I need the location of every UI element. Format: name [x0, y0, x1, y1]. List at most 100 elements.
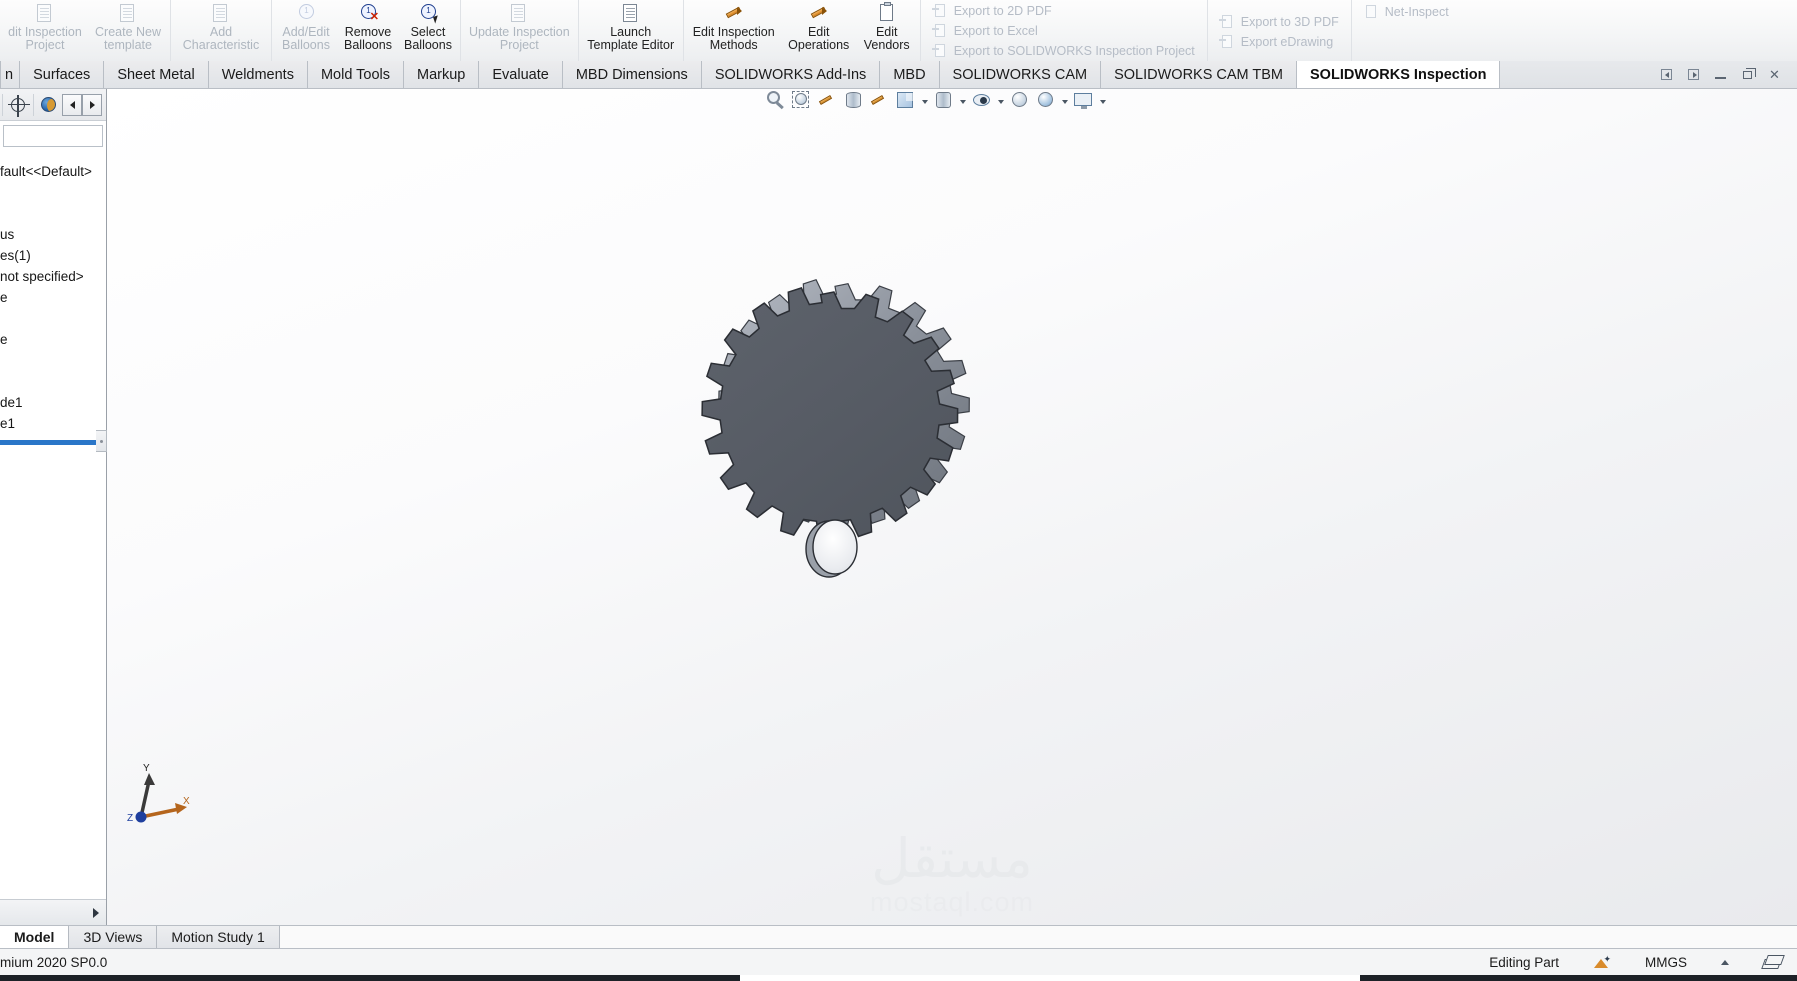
export-to-sw-inspection-project-item[interactable]: Export to SOLIDWORKS Inspection Project [929, 41, 1199, 61]
display-style-brush-icon[interactable] [868, 89, 891, 112]
tab-evaluate[interactable]: Evaluate [479, 61, 563, 88]
tab-solidworks-inspection[interactable]: SOLIDWORKS Inspection [1297, 61, 1501, 88]
bottom-tab-motion-study-1[interactable]: Motion Study 1 [157, 926, 280, 948]
view-orientation-chevron-down-icon[interactable] [920, 89, 929, 112]
caret-up-icon[interactable] [1721, 959, 1729, 965]
view-settings-icon[interactable] [1072, 89, 1095, 112]
minimize-button[interactable] [1712, 66, 1729, 83]
tree-item[interactable] [0, 203, 106, 224]
chevron-right-icon[interactable] [93, 907, 99, 918]
view-settings-chevron-down-icon[interactable] [1098, 89, 1107, 112]
view-orientation-cylinder-icon[interactable] [842, 89, 865, 112]
export-to-excel-item[interactable]: Export to Excel [929, 21, 1199, 41]
status-units[interactable]: MMGS [1645, 955, 1687, 970]
tab-label: MBD [893, 66, 926, 83]
export-3d-pdf-icon [1218, 14, 1235, 30]
feature-search-input[interactable] [3, 125, 103, 147]
restore-prev-doc-button[interactable] [1658, 66, 1675, 83]
export-sw-inspection-icon [931, 43, 948, 59]
export-list-3: Net-Inspect [1354, 0, 1459, 61]
command-manager-tabs: n Surfaces Sheet Metal Weldments Mold To… [0, 61, 1797, 89]
layers-icon[interactable] [1763, 955, 1781, 969]
graphics-area[interactable]: Y X Z مستقل mostaql.com [107, 89, 1797, 925]
edit-inspection-project-button[interactable]: dit Inspection Project [2, 0, 88, 61]
launch-template-editor-button[interactable]: Launch Template Editor [581, 0, 681, 61]
edit-inspection-methods-button[interactable]: Edit Inspection Methods [686, 0, 782, 61]
hide-show-items-icon[interactable] [970, 89, 993, 112]
export-edrawing-item[interactable]: Export eDrawing [1216, 32, 1343, 52]
display-style-chevron-down-icon[interactable] [958, 89, 967, 112]
edit-vendors-button[interactable]: Edit Vendors [856, 0, 918, 61]
tab-surfaces[interactable]: Surfaces [20, 61, 105, 88]
export-2d-pdf-icon [931, 3, 948, 19]
close-button[interactable]: ✕ [1766, 66, 1783, 83]
status-right-group: Editing Part ✦ MMGS [1489, 954, 1797, 970]
add-characteristic-button[interactable]: Add Characteristic [173, 0, 269, 61]
taskbar-segment [740, 975, 1360, 981]
scene-chevron-down-icon[interactable] [1060, 89, 1069, 112]
button-label: Select Balloons [404, 25, 452, 52]
hide-show-chevron-down-icon[interactable] [996, 89, 1005, 112]
restore-button[interactable] [1739, 66, 1756, 83]
feature-tree: fault<<Default> us es(1) not specified> … [0, 149, 106, 445]
item-label: Export to Excel [953, 24, 1038, 38]
section-view-icon[interactable] [816, 89, 839, 112]
display-style-icon[interactable] [932, 89, 955, 112]
tree-item[interactable] [0, 182, 106, 203]
tab-mbd[interactable]: MBD [880, 61, 940, 88]
spur-gear-model[interactable] [635, 277, 1055, 677]
update-inspection-project-button[interactable]: Update Inspection Project [463, 0, 576, 61]
tree-item[interactable]: fault<<Default> [0, 161, 106, 182]
remove-balloons-button[interactable]: 1 ✕ Remove Balloons [338, 0, 398, 61]
zoom-to-fit-icon[interactable] [764, 89, 787, 112]
appearances-icon[interactable] [1008, 89, 1031, 112]
triad-z-label: Z [127, 813, 133, 824]
tree-item[interactable] [0, 350, 106, 371]
tree-item[interactable]: es(1) [0, 245, 106, 266]
export-to-2d-pdf-item[interactable]: Export to 2D PDF [929, 1, 1199, 21]
zoom-to-area-icon[interactable] [790, 89, 813, 112]
ribbon-group-balloons: 1 Add/Edit Balloons 1 ✕ Remove Balloons 1… [272, 0, 461, 61]
tab-features-partial[interactable]: n [0, 61, 21, 88]
tab-solidworks-cam-tbm[interactable]: SOLIDWORKS CAM TBM [1101, 61, 1298, 88]
tree-item[interactable] [0, 308, 106, 329]
tree-item[interactable]: not specified> [0, 266, 106, 287]
add-edit-balloons-icon: 1 [294, 2, 318, 24]
tree-item[interactable]: us [0, 224, 106, 245]
button-label: Edit Operations [788, 25, 850, 52]
restore-next-doc-button[interactable] [1685, 66, 1702, 83]
rebuild-icon[interactable]: ✦ [1593, 954, 1611, 970]
select-balloons-button[interactable]: 1 Select Balloons [398, 0, 458, 61]
tree-item[interactable]: e [0, 329, 106, 350]
tree-item[interactable]: e [0, 287, 106, 308]
tree-item[interactable]: e1 [0, 413, 106, 434]
ribbon-group-edit: Edit Inspection Methods Edit Operations … [684, 0, 921, 61]
edit-operations-button[interactable]: Edit Operations [782, 0, 856, 61]
scene-icon[interactable] [1034, 89, 1057, 112]
tab-weldments[interactable]: Weldments [208, 61, 308, 88]
panel-nav-next-button[interactable] [82, 93, 102, 116]
export-to-3d-pdf-item[interactable]: Export to 3D PDF [1216, 12, 1343, 32]
view-orientation-icon[interactable] [894, 89, 917, 112]
tab-solidworks-cam[interactable]: SOLIDWORKS CAM [939, 61, 1102, 88]
tab-mold-tools[interactable]: Mold Tools [307, 61, 405, 88]
net-inspect-item[interactable]: Net-Inspect [1360, 2, 1453, 22]
add-edit-balloons-button[interactable]: 1 Add/Edit Balloons [274, 0, 338, 61]
tab-solidworks-add-ins[interactable]: SOLIDWORKS Add-Ins [701, 61, 881, 88]
tab-label: SOLIDWORKS CAM [952, 66, 1088, 83]
tree-item[interactable] [0, 371, 106, 392]
tab-sheet-metal[interactable]: Sheet Metal [104, 61, 209, 88]
ribbon-group-update: Update Inspection Project [461, 0, 579, 61]
bottom-tab-3d-views[interactable]: 3D Views [69, 926, 158, 948]
configuration-manager-icon[interactable] [5, 93, 31, 117]
panel-splitter-handle[interactable] [96, 430, 107, 452]
feature-manager-panel: fault<<Default> us es(1) not specified> … [0, 89, 107, 925]
create-new-template-button[interactable]: Create New template [88, 0, 168, 61]
tab-markup[interactable]: Markup [404, 61, 480, 88]
panel-nav-prev-button[interactable] [62, 93, 82, 116]
tree-selection-highlight [0, 440, 106, 445]
display-manager-globe-icon[interactable] [36, 93, 62, 117]
bottom-tab-model[interactable]: Model [0, 926, 70, 948]
tree-item[interactable]: de1 [0, 392, 106, 413]
tab-mbd-dimensions[interactable]: MBD Dimensions [562, 61, 702, 88]
